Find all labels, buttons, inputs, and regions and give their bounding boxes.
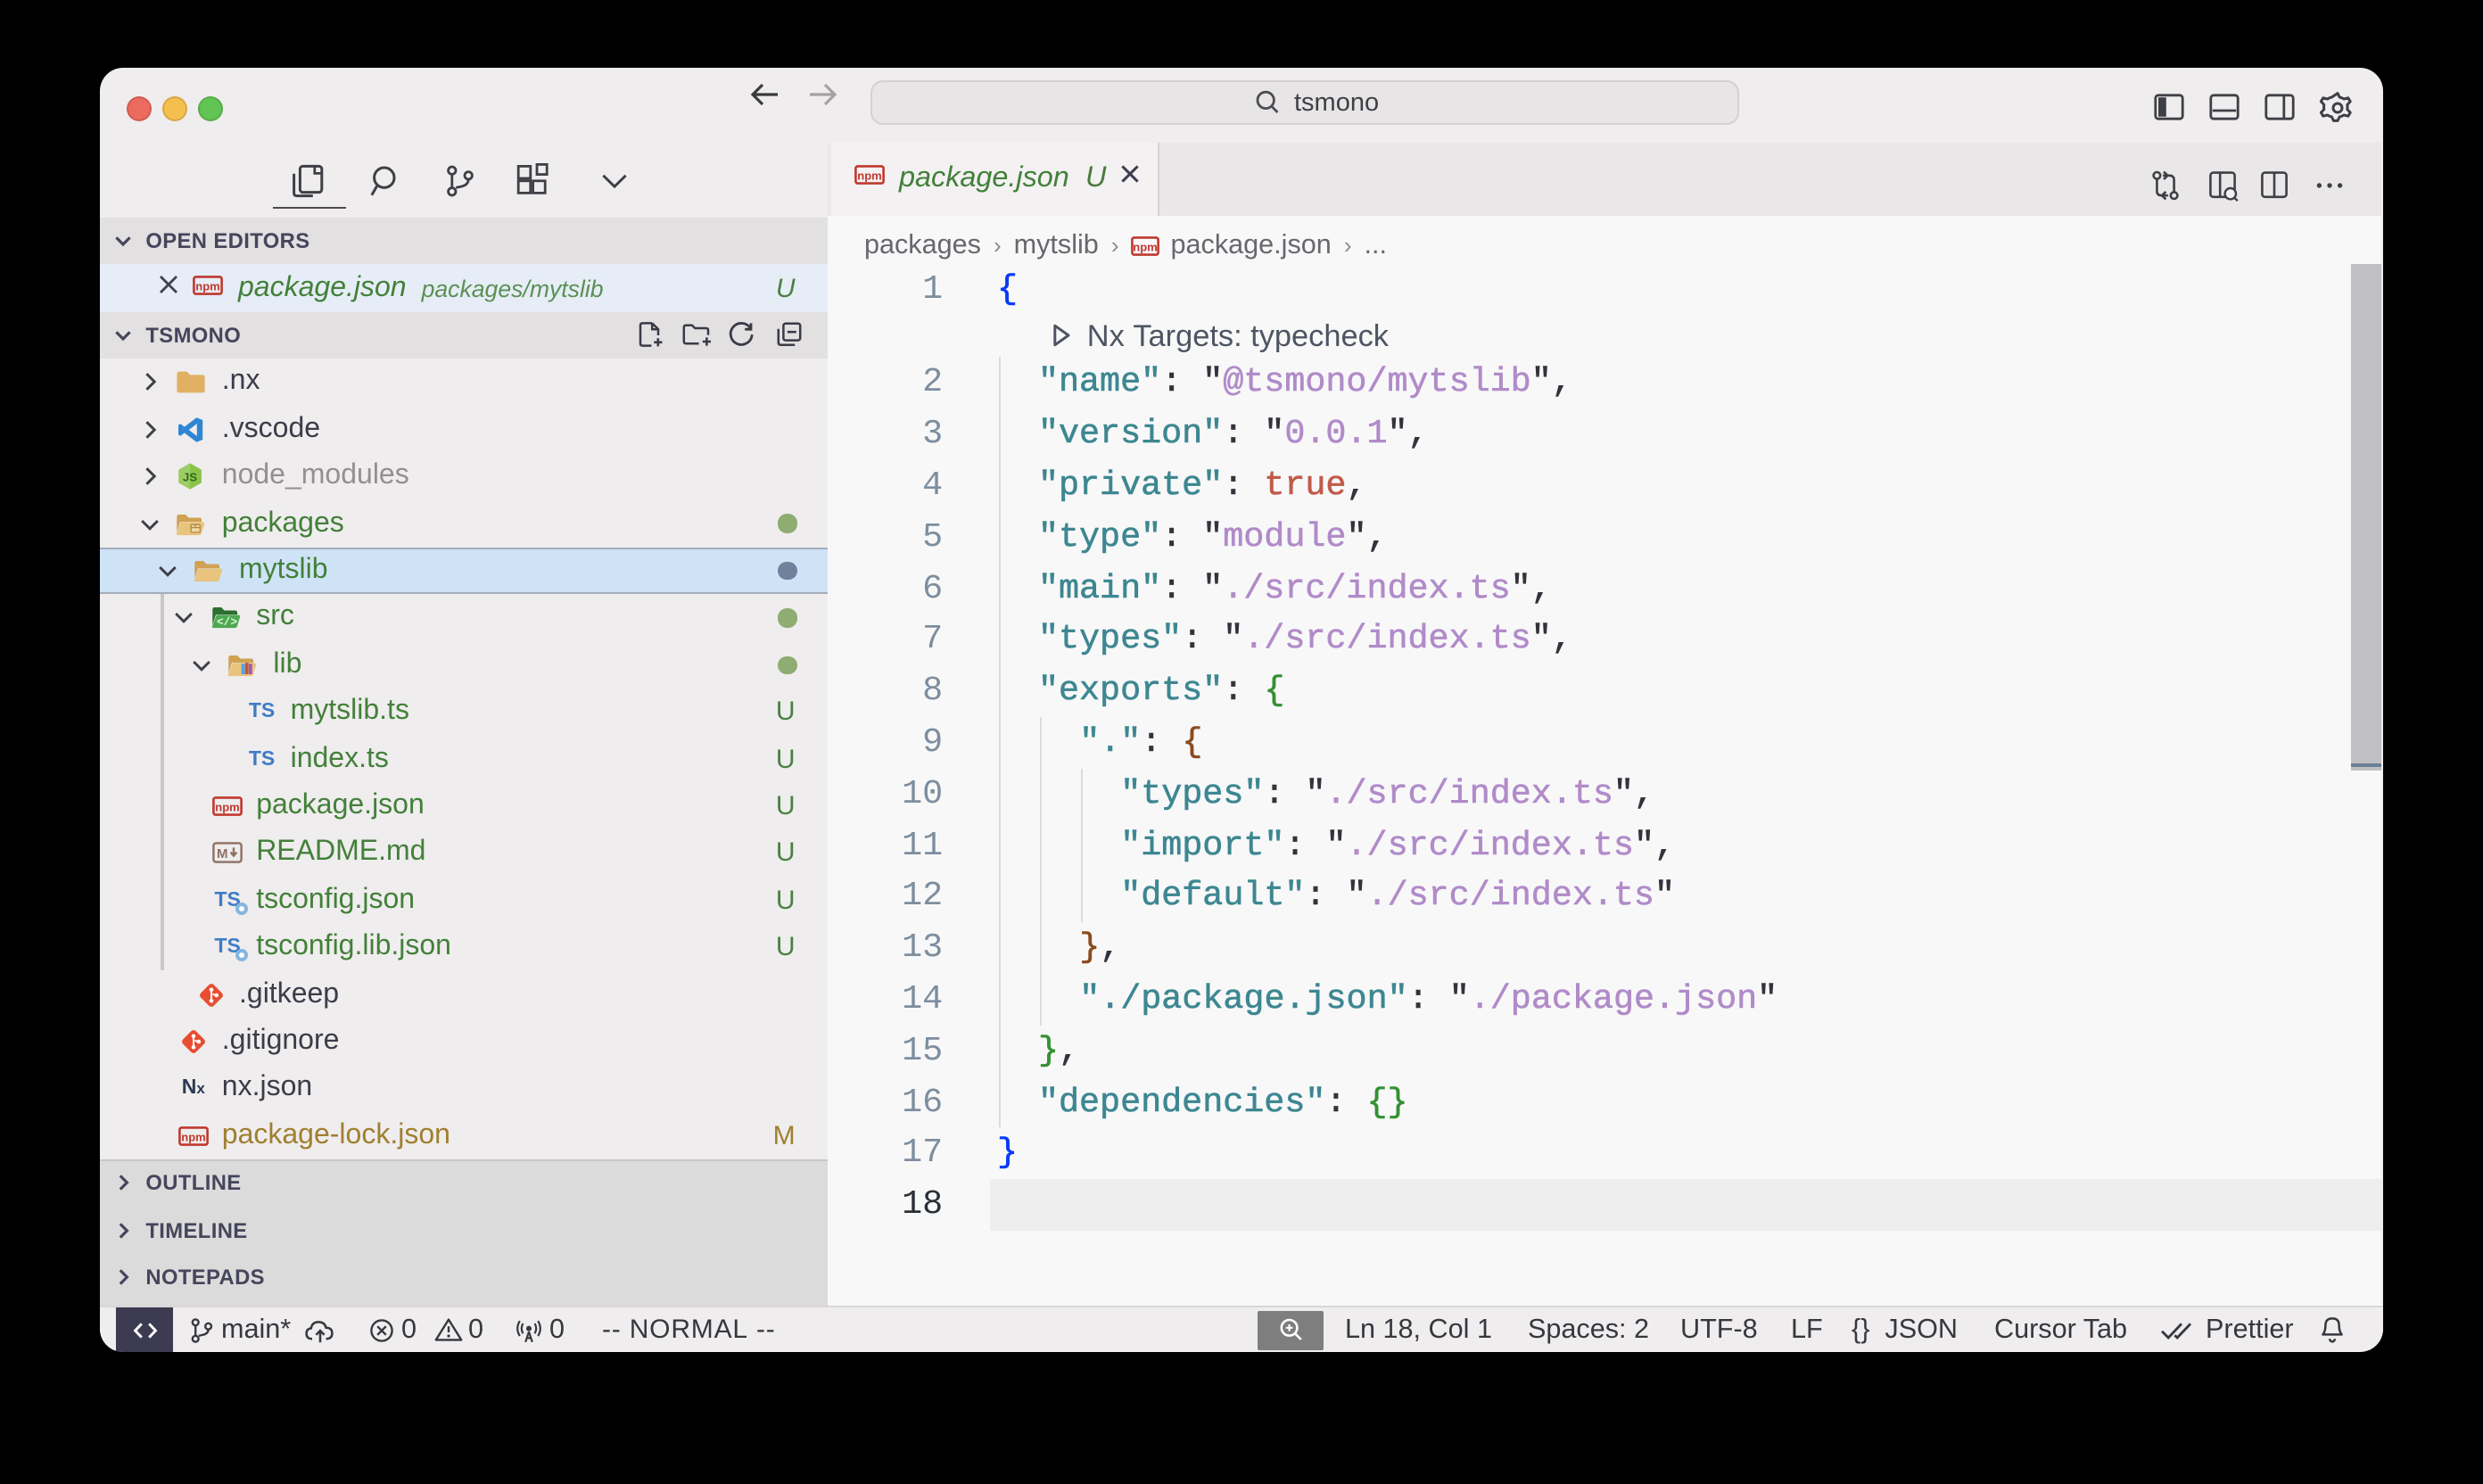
- svg-text:npm: npm: [856, 169, 880, 183]
- svg-text:npm: npm: [181, 1130, 205, 1143]
- svg-text:</>: </>: [216, 616, 236, 630]
- svg-text:M: M: [217, 847, 228, 862]
- svg-text:npm: npm: [1134, 241, 1158, 254]
- svg-text:JS: JS: [184, 471, 198, 484]
- svg-text:npm: npm: [215, 801, 239, 814]
- svg-text:npm: npm: [194, 279, 219, 293]
